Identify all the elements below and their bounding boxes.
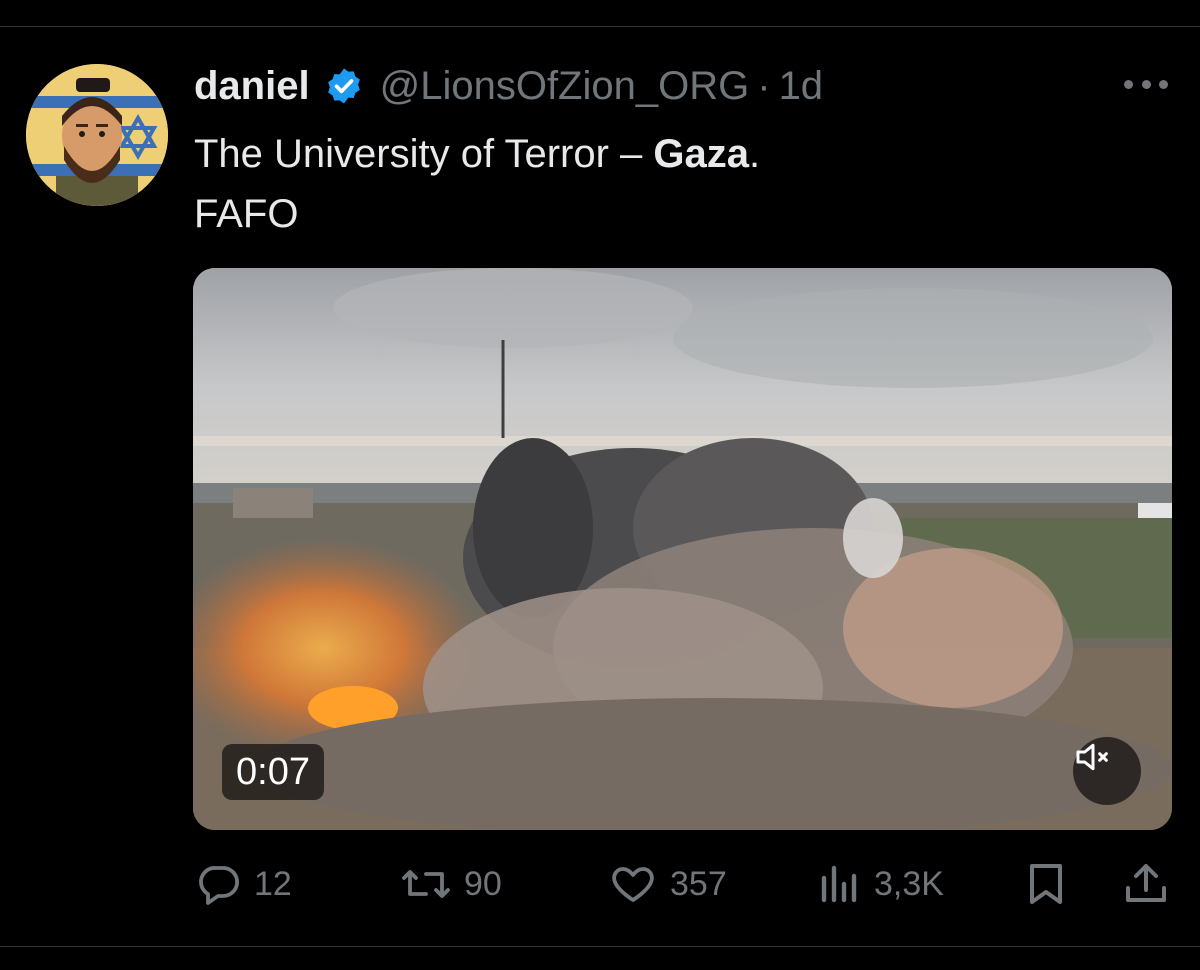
more-icon[interactable]	[1124, 72, 1168, 96]
tweet-text-bold: Gaza	[653, 132, 750, 176]
bookmark-icon	[1030, 864, 1062, 904]
reply-icon	[199, 866, 239, 905]
tweet-text-line-1: The University of Terror – Gaza.	[194, 124, 760, 184]
separator: ·	[757, 63, 771, 108]
bookmark-button[interactable]	[1024, 856, 1068, 912]
timestamp[interactable]: 1d	[779, 64, 824, 109]
tweet-text-prefix: The University of Terror –	[194, 132, 654, 176]
tweet-text-line-2: FAFO	[194, 192, 299, 236]
handle[interactable]: @LionsOfZion_ORG	[380, 64, 750, 109]
like-count: 357	[670, 864, 727, 903]
views-button[interactable]: 3,3K	[818, 856, 944, 912]
reply-count: 12	[254, 864, 292, 903]
reply-button[interactable]: 12	[194, 856, 292, 912]
repost-icon	[402, 870, 450, 898]
repost-button[interactable]: 90	[400, 856, 502, 912]
tweet-text: The University of Terror – Gaza. FAFO	[194, 124, 760, 244]
share-icon	[1126, 864, 1166, 902]
repost-count: 90	[464, 864, 502, 903]
share-button[interactable]	[1122, 856, 1170, 912]
mute-icon[interactable]	[1073, 737, 1141, 805]
views-icon	[821, 865, 857, 903]
video-player[interactable]: 0:07	[193, 268, 1172, 830]
more-dot	[1159, 79, 1168, 89]
top-divider	[0, 26, 1200, 27]
like-icon	[612, 867, 654, 902]
verified-badge-icon[interactable]	[324, 66, 364, 106]
more-dot	[1124, 79, 1133, 89]
video-frame	[193, 268, 1172, 830]
like-button[interactable]: 357	[608, 856, 727, 912]
video-duration: 0:07	[222, 744, 324, 800]
action-bar: 12 90 357 3,3K	[0, 856, 1200, 912]
bottom-divider	[0, 946, 1200, 947]
avatar[interactable]	[26, 64, 168, 206]
tweet-header: daniel @LionsOfZion_ORG · 1d	[194, 56, 823, 116]
more-dot	[1141, 79, 1151, 89]
views-count: 3,3K	[874, 864, 944, 903]
display-name[interactable]: daniel	[194, 64, 310, 109]
tweet-text-suffix: .	[749, 132, 761, 176]
